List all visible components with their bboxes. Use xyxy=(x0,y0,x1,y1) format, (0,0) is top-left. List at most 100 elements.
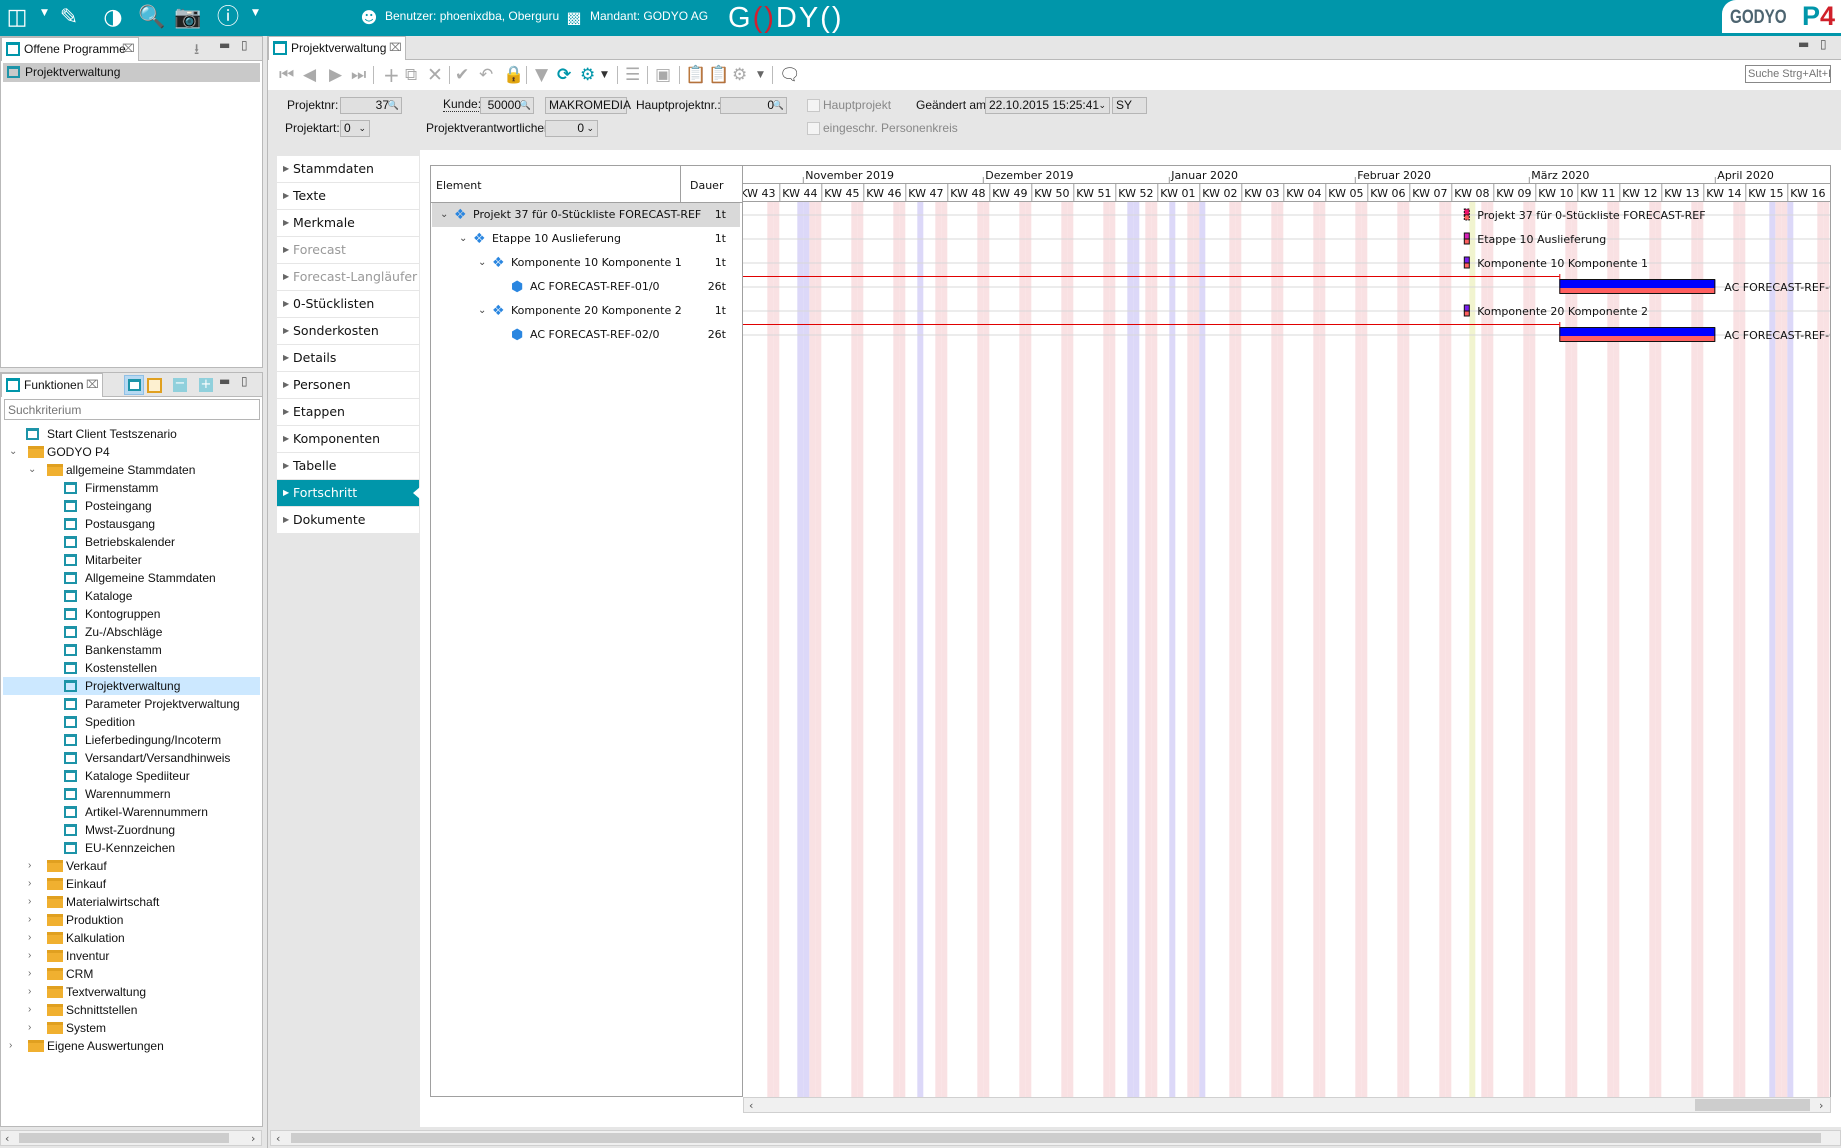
chevron-down-icon[interactable]: ⌄ xyxy=(459,227,467,251)
chevron-right-icon[interactable]: › xyxy=(28,1001,31,1019)
pie-chart-icon[interactable]: ◑ xyxy=(102,5,124,31)
scroll-left-icon[interactable]: ‹ xyxy=(5,1131,9,1146)
document-search-icon[interactable]: 🔍 xyxy=(138,5,165,31)
tree-item[interactable]: Betriebskalender xyxy=(3,533,260,551)
chevron-right-icon[interactable]: › xyxy=(28,893,31,911)
gantt-tree-row[interactable]: ⌄ ❖ Komponente 20 Komponente 2 1t xyxy=(432,299,740,323)
nav-item[interactable]: ▶ Fortschritt xyxy=(277,480,420,506)
tree-item[interactable]: › Eigene Auswertungen xyxy=(3,1037,260,1055)
tree-item[interactable]: Parameter Projektverwaltung xyxy=(3,695,260,713)
add-icon[interactable]: + xyxy=(383,64,400,86)
tab-projektverwaltung[interactable]: Projektverwaltung ⌧ xyxy=(268,36,406,60)
chevron-down-icon[interactable]: ⌄ xyxy=(478,299,486,323)
milestone-marker[interactable] xyxy=(1463,208,1470,216)
chevron-down-icon[interactable]: ⌄ xyxy=(440,203,448,227)
chevron-down-icon[interactable]: ⌄ xyxy=(9,443,17,461)
nav-item[interactable]: ▶ Etappen xyxy=(277,399,419,425)
tree-item[interactable]: › Verkauf xyxy=(3,857,260,875)
projektart-select[interactable]: 0 ⌄ xyxy=(340,120,370,137)
chevron-down-icon[interactable]: ⌄ xyxy=(28,461,36,479)
tree-item[interactable]: Start Client Testszenario xyxy=(3,425,260,443)
dropdown-arrow-icon[interactable]: ▼ xyxy=(601,64,608,86)
minimize-icon[interactable]: ▬ xyxy=(219,374,230,388)
tree-item[interactable]: ⌄ allgemeine Stammdaten xyxy=(3,461,260,479)
help-dropdown-arrow-icon[interactable]: ▼ xyxy=(252,8,259,18)
gantt-tree-row[interactable]: ⬢ AC FORECAST-REF-01/0 26t xyxy=(432,275,740,299)
link-with-editor-button[interactable] xyxy=(124,375,144,395)
nav-item[interactable]: ▶ Details xyxy=(277,345,419,371)
main-horizontal-scrollbar[interactable]: ‹ xyxy=(270,1130,1841,1146)
previous-icon[interactable]: ◀ xyxy=(303,64,316,86)
tree-item[interactable]: Firmenstamm xyxy=(3,479,260,497)
refresh-icon[interactable]: ⟳ xyxy=(557,64,571,86)
nav-item[interactable]: ▶ Texte xyxy=(277,183,419,209)
functions-horizontal-scrollbar[interactable]: ‹ › xyxy=(0,1130,262,1146)
tree-item[interactable]: Kontogruppen xyxy=(3,605,260,623)
chevron-right-icon[interactable]: › xyxy=(28,911,31,929)
scroll-right-icon[interactable]: › xyxy=(251,1131,255,1146)
nav-item[interactable]: ▶ Forecast-Langläufer xyxy=(277,264,419,290)
scroll-left-icon[interactable]: ‹ xyxy=(749,1098,753,1113)
close-icon[interactable]: ⌧ xyxy=(122,38,135,60)
gantt-horizontal-scrollbar[interactable]: ‹ › xyxy=(743,1097,1831,1113)
tree-item[interactable]: Mwst-Zuordnung xyxy=(3,821,260,839)
collapse-all-icon[interactable]: − xyxy=(173,377,187,392)
tree-item[interactable]: Postausgang xyxy=(3,515,260,533)
tree-item[interactable]: Warennummern xyxy=(3,785,260,803)
scrollbar-thumb[interactable] xyxy=(19,1133,229,1143)
column-header-duration[interactable]: Dauer xyxy=(690,179,723,192)
chevron-right-icon[interactable]: › xyxy=(28,929,31,947)
lookup-icon[interactable]: 🔍 xyxy=(388,98,399,113)
nav-item[interactable]: ▶ Personen xyxy=(277,372,419,398)
clipboard-export-icon[interactable]: 📋 xyxy=(685,64,706,86)
close-icon[interactable]: ⌧ xyxy=(86,374,99,396)
download-icon[interactable]: ⭳ xyxy=(194,39,199,64)
close-icon[interactable]: ⌧ xyxy=(389,37,402,59)
tree-item[interactable]: Kataloge Spediiteur xyxy=(3,767,260,785)
chevron-right-icon[interactable]: › xyxy=(28,983,31,1001)
kunde-link[interactable]: Kunde: xyxy=(443,97,482,112)
dropdown-arrow-icon[interactable]: ▼ xyxy=(757,64,764,86)
chevron-down-icon[interactable]: ⌄ xyxy=(478,251,486,275)
camera-icon[interactable]: 📷 xyxy=(174,5,201,31)
task-bar[interactable] xyxy=(1559,280,1716,288)
function-search-input[interactable] xyxy=(4,399,260,420)
chevron-right-icon[interactable]: › xyxy=(28,947,31,965)
hauptprojektnr-field[interactable]: 0 🔍 xyxy=(720,97,787,114)
gantt-tree-row[interactable]: ⌄ ❖ Komponente 10 Komponente 1 1t xyxy=(432,251,740,275)
tree-item[interactable]: › Produktion xyxy=(3,911,260,929)
gantt-tree-row[interactable]: ⌄ ❖ Etappe 10 Auslieferung 1t xyxy=(432,227,740,251)
clipboard-clock-icon[interactable]: 📋 xyxy=(708,64,729,86)
tree-item[interactable]: › Kalkulation xyxy=(3,929,260,947)
tree-item[interactable]: › CRM xyxy=(3,965,260,983)
tree-item[interactable]: › Inventur xyxy=(3,947,260,965)
minimize-icon[interactable]: ▬ xyxy=(219,38,230,52)
nav-item[interactable]: ▶ Merkmale xyxy=(277,210,419,236)
gear-filter-icon[interactable]: ⚙ xyxy=(580,64,595,86)
save-check-icon[interactable]: ✔ xyxy=(455,64,469,86)
filter-icon[interactable]: ▼ xyxy=(535,64,548,86)
layout-dropdown-arrow-icon[interactable]: ▼ xyxy=(41,8,48,18)
scroll-right-icon[interactable]: › xyxy=(1819,1098,1823,1113)
gantt-tree-row[interactable]: ⌄ ❖ Projekt 37 für 0-Stückliste FORECAST-R… xyxy=(432,203,740,227)
maximize-icon[interactable]: ▯ xyxy=(1820,37,1827,51)
first-icon[interactable]: ⏮ xyxy=(279,64,294,86)
verantwortlicher-select[interactable]: 0 ⌄ xyxy=(545,120,598,137)
gantt-tree-row[interactable]: ⬢ AC FORECAST-REF-02/0 26t xyxy=(432,323,740,347)
nav-item[interactable]: ▶ 0-Stücklisten xyxy=(277,291,419,317)
chat-icon[interactable]: 🗨 xyxy=(779,64,801,86)
maximize-icon[interactable]: ▯ xyxy=(241,38,248,52)
nav-item[interactable]: ▶ Sonderkosten xyxy=(277,318,419,344)
scrollbar-thumb[interactable] xyxy=(291,1133,1821,1143)
hauptprojekt-checkbox[interactable] xyxy=(807,99,820,112)
tree-item[interactable]: Posteingang xyxy=(3,497,260,515)
projektnr-field[interactable]: 37 🔍 xyxy=(340,97,402,114)
gears-icon[interactable]: ⚙ xyxy=(732,64,747,86)
next-icon[interactable]: ▶ xyxy=(329,64,342,86)
column-header-element[interactable]: Element xyxy=(436,179,482,192)
tree-item[interactable]: EU-Kennzeichen xyxy=(3,839,260,857)
nav-item[interactable]: ▶ Dokumente xyxy=(277,507,419,533)
expand-all-icon[interactable]: + xyxy=(199,378,213,392)
chevron-right-icon[interactable]: › xyxy=(9,1037,12,1055)
lock-icon[interactable]: 🔒 xyxy=(503,64,524,86)
